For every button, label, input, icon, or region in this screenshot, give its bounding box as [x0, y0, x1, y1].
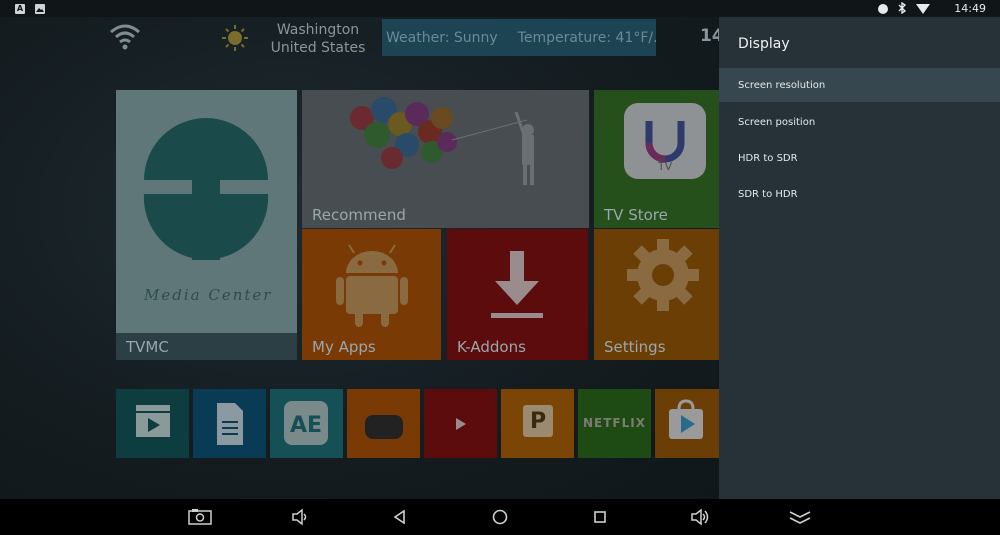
location-city: Washington: [276, 22, 360, 38]
collapse-icon: [789, 511, 811, 524]
menu-item-label: HDR to SDR: [738, 152, 798, 164]
location-label: Washington United States: [263, 21, 373, 57]
tile-label: Settings: [604, 338, 666, 356]
home-icon: [492, 509, 508, 525]
record-dot-icon: [878, 3, 889, 14]
tv-store-badge: TV: [657, 160, 673, 173]
clapper-icon: [136, 405, 170, 437]
volume-up-button[interactable]: [687, 505, 713, 529]
tile-my-apps[interactable]: My Apps: [302, 229, 441, 360]
launcher-home: Washington United States Weather: Sunny …: [0, 17, 719, 499]
tile-label: TVMC: [126, 338, 169, 356]
collapse-button[interactable]: [787, 505, 813, 529]
back-button[interactable]: [387, 505, 413, 529]
panel-title: Display: [738, 36, 790, 52]
tile-k-addons[interactable]: K-Addons: [447, 229, 588, 360]
menu-item-screen-position[interactable]: Screen position: [719, 105, 1000, 139]
tile-label: TV Store: [604, 206, 668, 224]
recents-button[interactable]: [587, 505, 613, 529]
display-settings-panel: Display Screen resolution Screen positio…: [719, 17, 1000, 499]
back-icon: [393, 509, 405, 525]
launcher-clock: 14: [700, 26, 719, 46]
app-play-store[interactable]: [655, 389, 719, 458]
tile-label: Recommend: [312, 206, 406, 224]
menu-item-sdr-to-hdr[interactable]: SDR to HDR: [719, 177, 1000, 211]
document-icon: [217, 403, 243, 445]
tile-tv-store[interactable]: TV TV Store: [594, 90, 719, 228]
location-country: United States: [270, 40, 366, 56]
app-netflix[interactable]: NETFLIX: [578, 389, 651, 458]
wifi-signal-icon: [110, 24, 140, 50]
temperature-text: Temperature: 41°F/...: [517, 29, 656, 46]
menu-item-label: Screen resolution: [738, 79, 826, 91]
weather-text: Weather: Sunny: [386, 29, 498, 46]
app-youtube[interactable]: [424, 389, 497, 458]
tile-label: My Apps: [312, 338, 376, 356]
weather-banner: Weather: Sunny Temperature: 41°F/...: [382, 19, 656, 56]
tv-icon: [365, 415, 403, 439]
menu-item-screen-resolution[interactable]: Screen resolution: [719, 68, 1000, 102]
play-icon: [456, 418, 466, 430]
volume-down-icon: [292, 508, 307, 526]
menu-item-label: Screen position: [738, 116, 816, 128]
tile-settings[interactable]: Settings: [594, 229, 719, 360]
navigation-bar: [0, 499, 1000, 535]
bluetooth-icon: [898, 1, 907, 16]
status-time: 14:49: [954, 2, 986, 15]
app-documents[interactable]: [193, 389, 266, 458]
tile-recommend[interactable]: Recommend: [302, 90, 589, 228]
volume-up-icon: [691, 508, 709, 526]
volume-down-button[interactable]: [287, 505, 313, 529]
screenshot-icon: [188, 509, 212, 525]
menu-item-label: SDR to HDR: [738, 188, 798, 200]
home-button[interactable]: [487, 505, 513, 529]
app-video-player[interactable]: [116, 389, 189, 458]
tile-tvmc[interactable]: Media Center TVMC: [116, 90, 297, 360]
play-store-icon: [669, 399, 703, 439]
download-icon: [491, 251, 543, 318]
svg-text:AE: AE: [290, 413, 322, 438]
app-store[interactable]: AE: [270, 389, 343, 458]
app-tv[interactable]: [347, 389, 420, 458]
menu-item-hdr-to-sdr[interactable]: HDR to SDR: [719, 141, 1000, 175]
recents-icon: [594, 511, 606, 523]
tv-store-icon: TV: [624, 103, 706, 179]
p-icon: P: [523, 405, 553, 437]
wifi-icon: [916, 3, 931, 14]
tile-label: K-Addons: [457, 338, 526, 356]
ae-icon: AE: [284, 401, 328, 445]
sun-icon: [222, 25, 248, 51]
gear-icon: [627, 239, 699, 311]
screenshot-button[interactable]: [187, 505, 213, 529]
image-icon: [35, 3, 45, 14]
tvmc-artwork: Media Center: [116, 90, 297, 333]
a-icon: A: [15, 3, 25, 14]
netflix-icon: NETFLIX: [583, 416, 646, 430]
app-p[interactable]: P: [501, 389, 574, 458]
status-bar: A 14:49: [0, 0, 1000, 17]
tvmc-caption: Media Center: [144, 286, 273, 304]
android-icon: [336, 244, 408, 327]
